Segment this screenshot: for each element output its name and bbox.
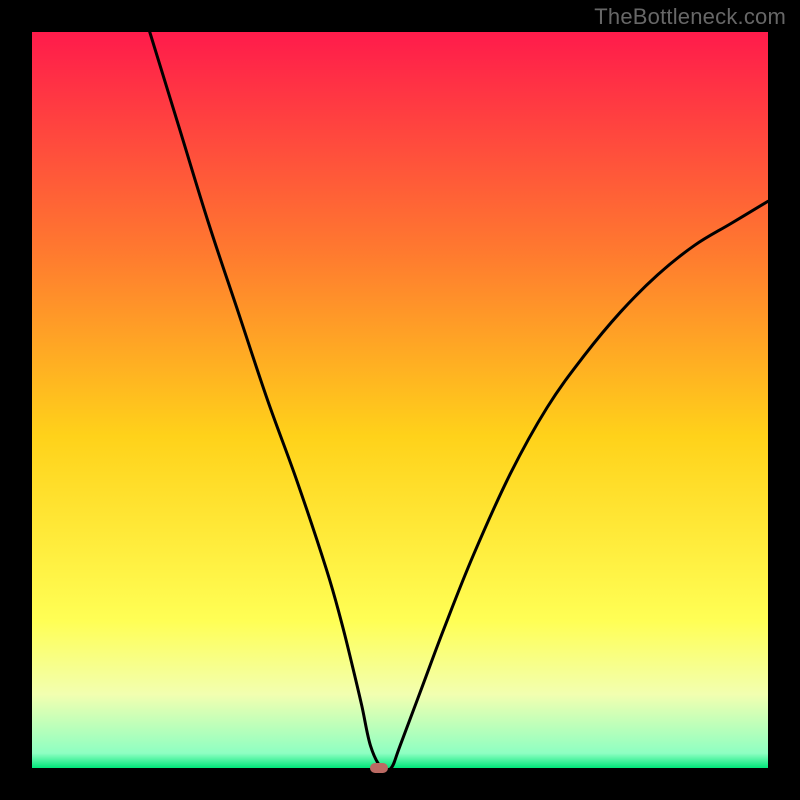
optimal-point-marker xyxy=(370,763,388,773)
attribution-text: TheBottleneck.com xyxy=(594,4,786,30)
plot-area xyxy=(32,32,768,768)
chart-container: TheBottleneck.com xyxy=(0,0,800,800)
plot-svg xyxy=(32,32,768,768)
gradient-background xyxy=(32,32,768,768)
